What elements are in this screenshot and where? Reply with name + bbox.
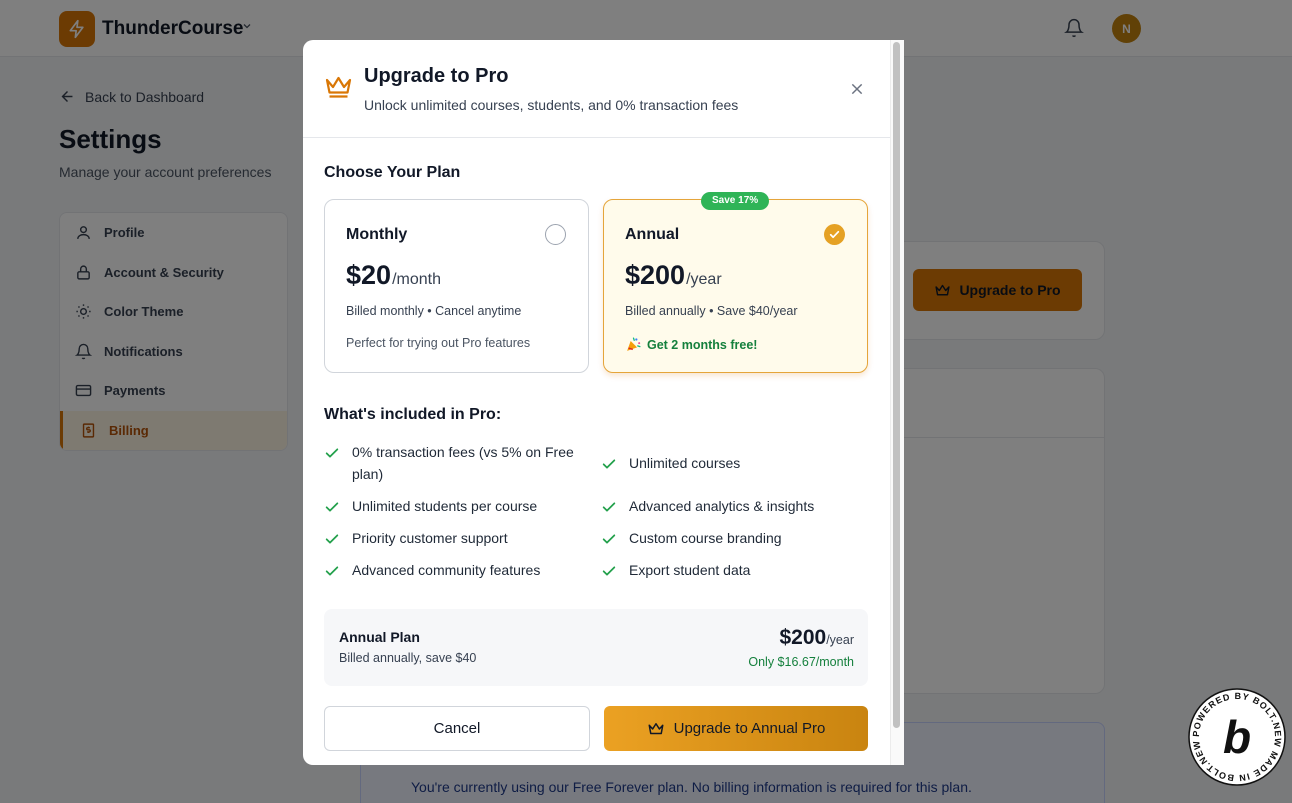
modal-scrollbar-thumb[interactable] [893, 42, 900, 728]
crown-icon [325, 76, 352, 98]
feature-item: Advanced community features [324, 559, 540, 581]
upgrade-modal: Upgrade to Pro Unlock unlimited courses,… [303, 40, 904, 765]
included-title: What's included in Pro: [324, 406, 502, 423]
choose-plan-title: Choose Your Plan [324, 164, 461, 181]
plan-name: Annual [625, 226, 680, 243]
plan-billing-note: Billed annually • Save $40/year [625, 304, 798, 318]
summary-monthly-equivalent: Only $16.67/month [748, 655, 854, 669]
summary-plan-note: Billed annually, save $40 [339, 651, 477, 665]
plan-promo: Get 2 months free! [625, 336, 757, 353]
check-icon [325, 502, 339, 512]
summary-price-period: /year [826, 633, 854, 647]
check-icon [602, 502, 616, 512]
bolt-badge-logo[interactable]: POWERED BY BOLT.NEW MADE IN BOLT.NEW b [1187, 687, 1287, 787]
plan-name: Monthly [346, 226, 408, 243]
plan-promo-text: Get 2 months free! [647, 337, 758, 352]
check-icon [829, 230, 840, 239]
check-icon [602, 534, 616, 544]
feature-item: Export student data [601, 559, 750, 581]
cancel-button[interactable]: Cancel [324, 706, 590, 751]
save-badge: Save 17% [701, 192, 770, 210]
check-icon [325, 566, 339, 576]
plan-price-period: /month [392, 271, 441, 288]
plan-summary: Annual Plan Billed annually, save $40 $2… [324, 609, 868, 686]
summary-price-amount: $200 [779, 626, 827, 649]
check-icon [325, 534, 339, 544]
plan-price-amount: $20 [346, 260, 392, 290]
feature-item: Unlimited courses [601, 452, 740, 474]
plan-card-monthly[interactable]: Monthly $20 /month Billed monthly • Canc… [324, 199, 589, 373]
feature-item: Custom course branding [601, 527, 782, 549]
plan-price-period: /year [686, 271, 722, 288]
feature-text: Custom course branding [629, 530, 782, 546]
check-icon [325, 448, 339, 458]
party-popper-icon [627, 337, 641, 351]
feature-text: Unlimited students per course [352, 498, 538, 514]
summary-plan-name: Annual Plan [339, 629, 420, 645]
feature-text: Unlimited courses [629, 455, 741, 471]
plan-price: $200 /year [625, 260, 722, 291]
plan-billing-note: Billed monthly • Cancel anytime [346, 304, 522, 318]
svg-text:b: b [1223, 711, 1251, 763]
plan-radio-monthly[interactable] [545, 224, 566, 245]
plan-description: Perfect for trying out Pro features [346, 336, 531, 350]
feature-item: 0% transaction fees (vs 5% on Free plan) [324, 441, 594, 485]
modal-subtitle: Unlock unlimited courses, students, and … [364, 97, 739, 113]
feature-text: Priority customer support [352, 530, 508, 546]
check-icon [602, 459, 616, 469]
modal-header: Upgrade to Pro Unlock unlimited courses,… [303, 40, 891, 138]
feature-item: Unlimited students per course [324, 495, 537, 517]
feature-item: Priority customer support [324, 527, 508, 549]
summary-price: $200 /year [779, 626, 854, 650]
feature-item: Advanced analytics & insights [601, 495, 814, 517]
plan-price-amount: $200 [625, 260, 686, 290]
feature-text: 0% transaction fees (vs 5% on Free plan) [352, 444, 574, 482]
upgrade-annual-label: Upgrade to Annual Pro [673, 720, 826, 737]
check-icon [602, 566, 616, 576]
crown-icon [648, 722, 664, 734]
feature-text: Advanced community features [352, 562, 541, 578]
plan-radio-annual[interactable] [824, 224, 845, 245]
feature-text: Advanced analytics & insights [629, 498, 815, 514]
plan-price: $20 /month [346, 260, 441, 291]
feature-text: Export student data [629, 562, 751, 578]
upgrade-annual-button[interactable]: Upgrade to Annual Pro [604, 706, 868, 751]
modal-title: Upgrade to Pro [364, 65, 509, 87]
plan-card-annual[interactable]: Annual $200 /year Billed annually • Save… [603, 199, 868, 373]
close-icon[interactable] [847, 79, 867, 99]
